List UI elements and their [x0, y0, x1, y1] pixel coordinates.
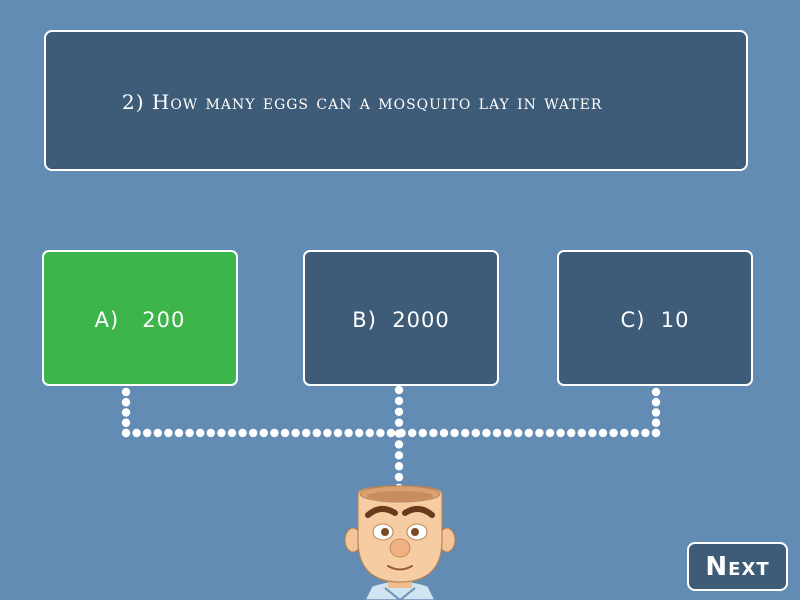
next-button-label: Next: [705, 552, 770, 582]
character-head-icon: [344, 485, 456, 600]
next-button[interactable]: Next: [687, 542, 788, 591]
